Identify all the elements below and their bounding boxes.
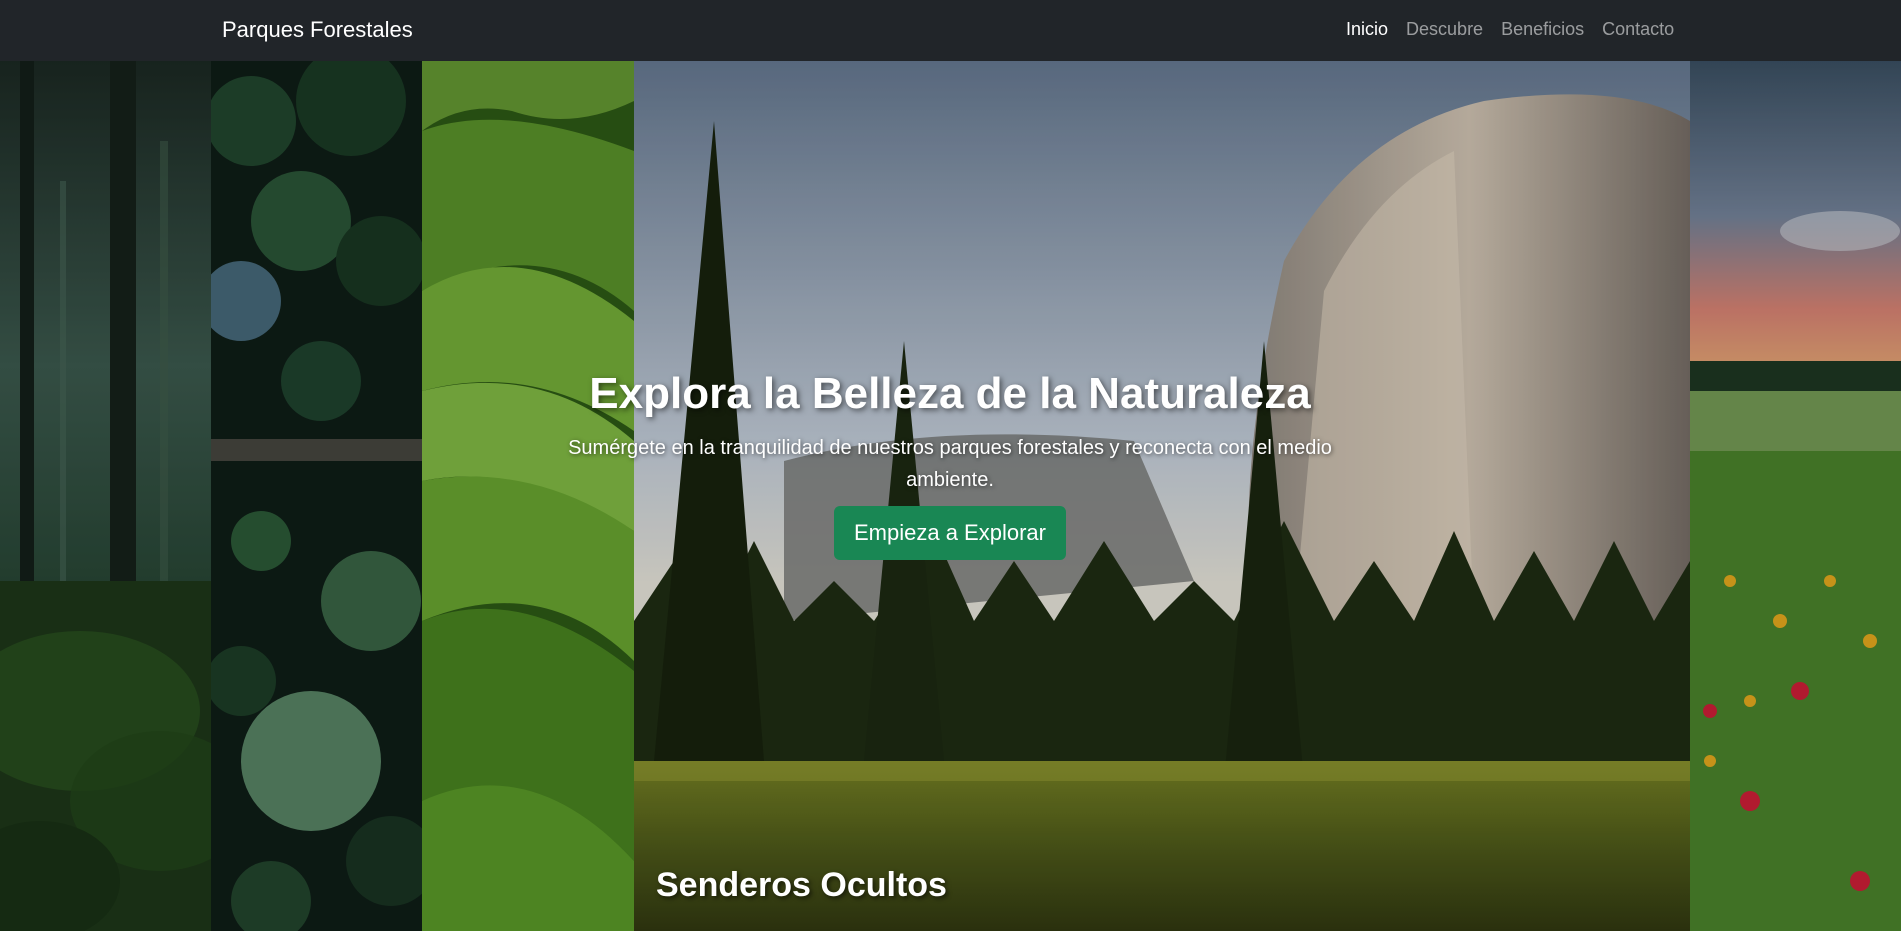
hero-title: Explora la Belleza de la Naturaleza bbox=[589, 369, 1311, 418]
nav-link-contacto[interactable]: Contacto bbox=[1602, 19, 1674, 40]
navbar: Parques Forestales Inicio Descubre Benef… bbox=[0, 0, 1901, 61]
gallery-panel-wildflowers[interactable] bbox=[1690, 61, 1901, 931]
hero-subtitle: Sumérgete en la tranquilidad de nuestros… bbox=[568, 437, 1332, 491]
gallery-panel-misty-forest[interactable] bbox=[0, 61, 211, 931]
hero-section: Explora la Belleza de la Naturaleza Sumé… bbox=[530, 366, 1370, 560]
nav-links: Inicio Descubre Beneficios Contacto bbox=[1346, 19, 1674, 40]
brand-link[interactable]: Parques Forestales bbox=[222, 17, 413, 43]
panel-caption: Senderos Ocultos bbox=[656, 866, 947, 904]
nav-link-descubre[interactable]: Descubre bbox=[1406, 19, 1483, 40]
nav-link-beneficios[interactable]: Beneficios bbox=[1501, 19, 1584, 40]
explore-button[interactable]: Empieza a Explorar bbox=[834, 506, 1066, 560]
gallery-panel-aerial-forest[interactable] bbox=[211, 61, 422, 931]
nav-link-inicio[interactable]: Inicio bbox=[1346, 19, 1388, 40]
